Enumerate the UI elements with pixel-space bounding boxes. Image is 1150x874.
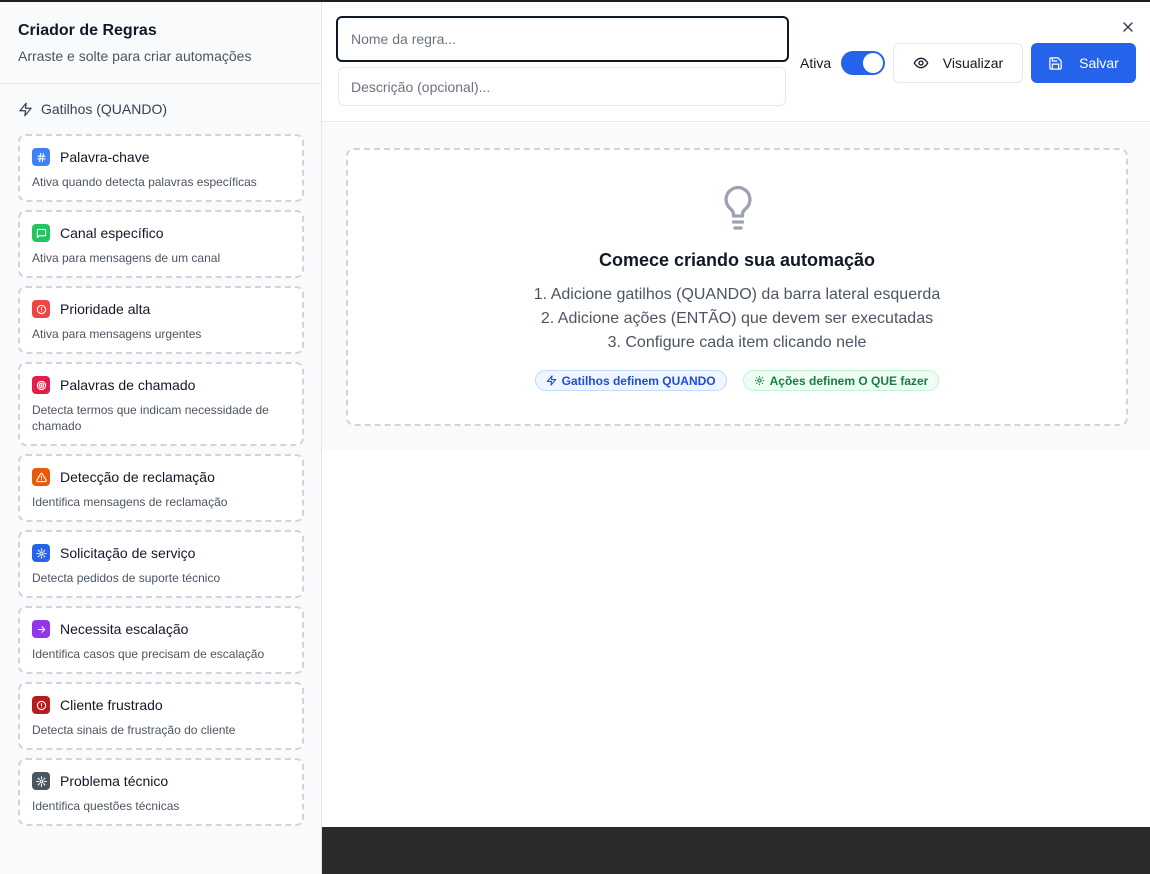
trigger-card-title: Palavras de chamado (60, 377, 196, 393)
trigger-card[interactable]: Cliente frustrado Detecta sinais de frust… (18, 682, 304, 750)
step-item: 2. Adicione ações (ENTÃO) que devem ser … (540, 310, 934, 327)
trigger-card-header: Detecção de reclamação (32, 468, 290, 486)
trigger-list: Palavra-chave Ativa quando detecta palavr… (0, 134, 321, 826)
target-icon (36, 380, 46, 390)
triggers-hint-chip: Gatilhos definem QUANDO (534, 370, 727, 391)
preview-button-label: Visualizar (942, 55, 1004, 71)
trigger-card-header: Cliente frustrado (32, 696, 290, 714)
hash-icon (36, 152, 46, 162)
trigger-card-description: Identifica mensagens de reclamação (32, 495, 228, 509)
trigger-icon-badge (32, 224, 50, 242)
trigger-card[interactable]: Canal específico Ativa para mensagens de … (18, 210, 304, 278)
trigger-card[interactable]: Palavras de chamado Detecta termos que in… (18, 362, 304, 446)
eye-icon (913, 57, 929, 69)
trigger-card-description: Identifica questões técnicas (32, 799, 180, 813)
cog-icon (754, 375, 764, 386)
trigger-card[interactable]: Detecção de reclamação Identifica mensage… (18, 454, 304, 522)
lightbulb-icon (724, 185, 752, 230)
trigger-card-header: Prioridade alta (32, 300, 290, 318)
trigger-card[interactable]: Solicitação de serviço Detecta pedidos de… (18, 530, 304, 598)
save-button-label: Salvar (1079, 55, 1119, 71)
trigger-card-title: Detecção de reclamação (60, 469, 215, 485)
trigger-card-title: Solicitação de serviço (60, 545, 196, 561)
trigger-card-header: Palavra-chave (32, 148, 290, 166)
trigger-card-description: Detecta termos que indicam necessidade d… (32, 403, 269, 433)
empty-state-steps: 1. Adicione gatilhos (QUANDO) da barra l… (348, 283, 1126, 355)
trigger-icon-badge (32, 544, 50, 562)
trigger-icon-badge (32, 300, 50, 318)
trigger-card-header: Necessita escalação (32, 620, 290, 638)
trigger-card-header: Solicitação de serviço (32, 544, 290, 562)
trigger-card-header: Canal específico (32, 224, 290, 242)
sidebar-subtitle: Arraste e solte para criar automações (18, 48, 252, 64)
close-icon[interactable] (1120, 19, 1136, 35)
rule-builder-sidebar: Criador de Regras Arraste e solte para c… (0, 2, 322, 874)
rule-canvas: Comece criando sua automação 1. Adicione… (322, 123, 1150, 450)
trigger-card[interactable]: Prioridade alta Ativa para mensagens urge… (18, 286, 304, 354)
trigger-card-header: Problema técnico (32, 772, 290, 790)
step-item: 1. Adicione gatilhos (QUANDO) da barra l… (533, 286, 941, 303)
preview-button[interactable]: Visualizar (893, 43, 1023, 83)
actions-hint-label: Ações definem O QUE fazer (769, 373, 929, 388)
trigger-card-description: Ativa para mensagens urgentes (32, 327, 202, 341)
save-button[interactable]: Salvar (1031, 43, 1136, 83)
trigger-card-description: Ativa para mensagens de um canal (32, 251, 221, 265)
trigger-icon-badge (32, 620, 50, 638)
trigger-card[interactable]: Problema técnico Identifica questões técn… (18, 758, 304, 826)
trigger-icon-badge (32, 696, 50, 714)
trigger-card[interactable]: Palavra-chave Ativa quando detecta palavr… (18, 134, 304, 202)
arrow-right-icon (37, 625, 45, 633)
rule-name-input[interactable] (336, 16, 789, 62)
trigger-card-title: Palavra-chave (60, 149, 150, 165)
trigger-card[interactable]: Necessita escalação Identifica casos que … (18, 606, 304, 674)
message-square-icon (36, 228, 46, 238)
zap-icon (19, 102, 32, 116)
alert-circle-icon (36, 304, 46, 314)
backdrop-bottom (322, 827, 1150, 874)
sidebar-header: Criador de Regras Arraste e solte para c… (0, 2, 321, 84)
drop-zone[interactable]: Comece criando sua automação 1. Adicione… (346, 148, 1128, 426)
trigger-icon-badge (32, 376, 50, 394)
trigger-card-title: Necessita escalação (60, 621, 189, 637)
trigger-card-header: Palavras de chamado (32, 376, 290, 394)
rule-editor: Ativa Visualizar Salvar Comece criando s… (322, 2, 1150, 827)
step-item: 3. Configure cada item clicando nele (607, 334, 867, 351)
trigger-icon-badge (32, 148, 50, 166)
triggers-hint-label: Gatilhos definem QUANDO (561, 373, 716, 388)
trigger-card-title: Problema técnico (60, 773, 169, 789)
trigger-icon-badge (32, 772, 50, 790)
zap-icon (546, 375, 556, 386)
trigger-card-description: Detecta pedidos de suporte técnico (32, 571, 221, 585)
hint-chips: Gatilhos definem QUANDO Ações definem O … (348, 370, 1126, 391)
cog-icon (35, 547, 47, 559)
alert-triangle-icon (35, 472, 47, 482)
actions-hint-chip: Ações definem O QUE fazer (742, 370, 940, 391)
trigger-card-title: Cliente frustrado (60, 697, 163, 713)
save-icon (1049, 56, 1062, 70)
toggle-knob (863, 53, 883, 73)
sidebar-title: Criador de Regras (18, 22, 157, 39)
settings-icon (35, 775, 47, 787)
active-toggle[interactable] (841, 51, 885, 75)
trigger-card-description: Ativa quando detecta palavras específica… (32, 175, 257, 189)
trigger-card-title: Prioridade alta (60, 301, 151, 317)
rule-description-input[interactable] (338, 67, 786, 106)
trigger-card-description: Detecta sinais de frustração do cliente (32, 723, 236, 737)
alert-circle-icon (36, 700, 46, 710)
active-label: Ativa (800, 55, 832, 71)
rule-header: Ativa Visualizar Salvar (322, 2, 1150, 122)
triggers-section-label: Gatilhos (QUANDO) (41, 101, 168, 117)
empty-state-title: Comece criando sua automação (598, 250, 876, 270)
trigger-card-title: Canal específico (60, 225, 164, 241)
triggers-section-header: Gatilhos (QUANDO) (0, 84, 321, 134)
trigger-card-description: Identifica casos que precisam de escalaç… (32, 647, 265, 661)
trigger-icon-badge (32, 468, 50, 486)
